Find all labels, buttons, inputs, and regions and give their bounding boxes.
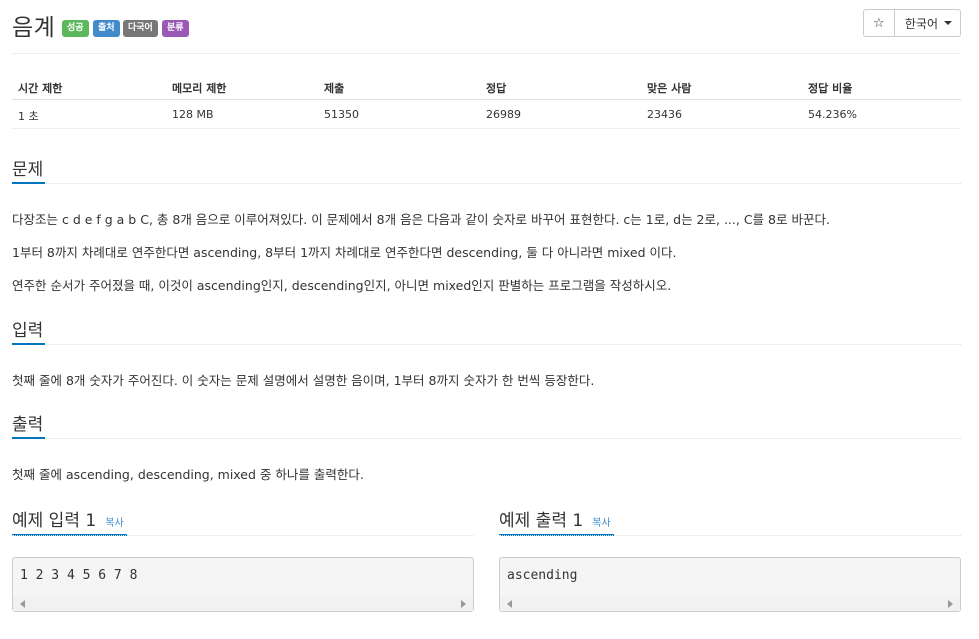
scroll-right-icon[interactable] [948, 600, 953, 608]
stat-header-submit: 제출 [324, 82, 345, 95]
input-heading-underline [12, 343, 45, 345]
problem-heading-rule [12, 183, 961, 184]
output-heading-rule [12, 438, 961, 439]
sample-output-header: 예제 출력 1 복사 [499, 506, 961, 531]
scroll-right-icon[interactable] [461, 600, 466, 608]
stat-value-submit: 51350 [324, 108, 359, 121]
sample-output-box[interactable]: ascending [499, 557, 961, 612]
sample-output-title: 예제 출력 1 [499, 511, 584, 531]
sample-input-scrollbar[interactable] [13, 597, 473, 611]
problem-heading: 문제 [12, 160, 44, 180]
badge-multilang[interactable]: 다국어 [123, 20, 158, 37]
stat-header-time: 시간 제한 [18, 82, 63, 95]
stat-value-memory: 128 MB [172, 108, 214, 121]
star-button[interactable]: ☆ [864, 10, 895, 36]
stat-header-solvers: 맞은 사람 [647, 82, 692, 95]
page-title: 음계 [12, 15, 56, 41]
problem-paragraph-2: 1부터 8까지 차례대로 연주한다면 ascending, 8부터 1까지 차례… [12, 245, 677, 260]
stat-value-ratio: 54.236% [808, 108, 857, 121]
problem-paragraph-1: 다장조는 c d e f g a b C, 총 8개 음으로 이루어져있다. 이… [12, 212, 830, 227]
badge-category[interactable]: 분류 [162, 20, 189, 37]
language-dropdown[interactable]: 한국어 [895, 10, 960, 36]
language-label: 한국어 [904, 16, 938, 31]
copy-input-button[interactable]: 복사 [105, 518, 123, 529]
scroll-left-icon[interactable] [20, 600, 25, 608]
problem-paragraph-3: 연주한 순서가 주어졌을 때, 이것이 ascending인지, descend… [12, 278, 672, 293]
input-heading: 입력 [12, 321, 44, 341]
sample-input-title: 예제 입력 1 [12, 511, 97, 531]
toolbar-buttons: ☆ 한국어 [862, 9, 961, 37]
stat-header-ratio: 정답 비율 [808, 82, 853, 95]
sample-output-scrollbar[interactable] [500, 597, 960, 611]
output-heading: 출력 [12, 415, 44, 435]
input-description: 첫째 줄에 8개 숫자가 주어진다. 이 숫자는 문제 설명에서 설명한 음이며… [12, 373, 595, 388]
badge-success[interactable]: 성공 [62, 20, 89, 37]
caret-down-icon [944, 21, 952, 25]
input-heading-rule [12, 344, 961, 345]
copy-output-button[interactable]: 복사 [592, 518, 610, 529]
sample-input-content: 1 2 3 4 5 6 7 8 [20, 568, 138, 583]
sample-input-header: 예제 입력 1 복사 [12, 506, 474, 531]
star-icon: ☆ [873, 15, 885, 31]
stat-value-solvers: 23436 [647, 108, 682, 121]
stats-divider [12, 99, 961, 100]
header-divider [12, 53, 961, 54]
output-heading-underline [12, 437, 45, 439]
sample-input-box[interactable]: 1 2 3 4 5 6 7 8 [12, 557, 474, 612]
scroll-left-icon[interactable] [507, 600, 512, 608]
stat-value-time: 1 초 [18, 110, 39, 123]
sample-output-rule [499, 535, 961, 536]
stats-bottom-divider [12, 128, 961, 129]
stat-value-accepted: 26989 [486, 108, 521, 121]
sample-input-rule [12, 535, 474, 536]
stat-header-accepted: 정답 [486, 82, 507, 95]
stat-header-memory: 메모리 제한 [172, 82, 227, 95]
output-description: 첫째 줄에 ascending, descending, mixed 중 하나를… [12, 467, 364, 482]
badge-source[interactable]: 출처 [93, 20, 120, 37]
problem-heading-underline [12, 182, 45, 184]
sample-output-content: ascending [507, 568, 578, 583]
